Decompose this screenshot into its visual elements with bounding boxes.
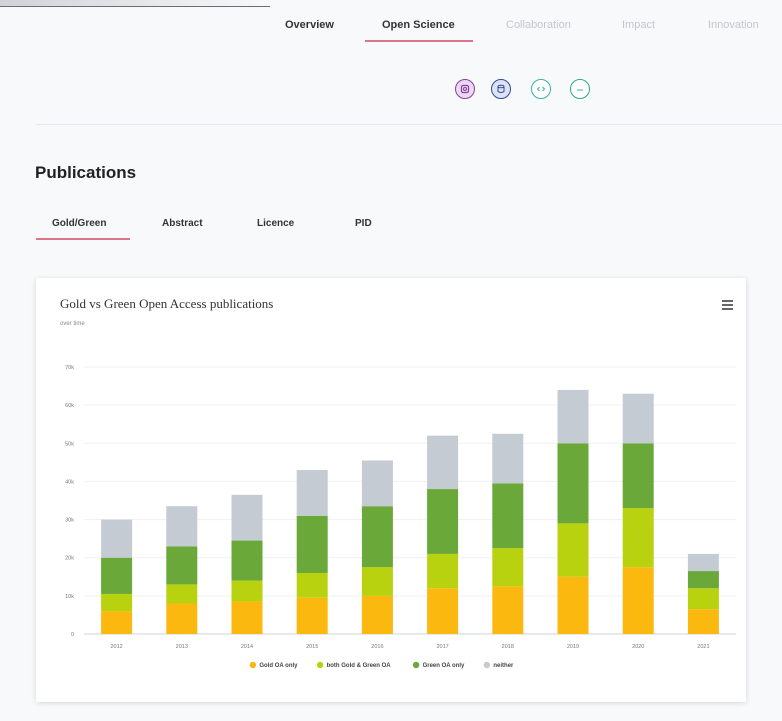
tab-collaboration[interactable]: Collaboration — [506, 19, 571, 31]
bar-segment — [166, 603, 198, 634]
y-tick-label: 60k — [65, 403, 74, 409]
chart-plot: 0 10k 20k 30k 40k 50k 60k 70k 2012 2013 2014 2015 20… — [65, 365, 736, 669]
x-tick-label: 2012 — [110, 644, 122, 650]
bar-segment — [166, 584, 198, 604]
bar-segment — [622, 393, 654, 444]
bar-segment — [622, 567, 654, 634]
bar-segment — [166, 546, 198, 585]
legend-label: Green OA only — [423, 663, 465, 669]
page-title: Publications — [35, 163, 137, 182]
tab-open-science[interactable]: Open Science — [382, 19, 455, 31]
bar-segment — [101, 593, 133, 612]
legend-marker — [249, 661, 257, 669]
software-icon[interactable] — [531, 79, 551, 99]
legend-label: Gold OA only — [259, 663, 298, 669]
y-tick-label: 20k — [65, 556, 74, 562]
bar-segment — [687, 609, 719, 634]
x-tick-label: 2013 — [176, 644, 188, 650]
y-tick-label: 40k — [65, 479, 74, 485]
bar-segment — [101, 611, 133, 634]
x-tick-label: 2020 — [632, 644, 644, 650]
bar-segment — [296, 469, 328, 516]
subtab-pid[interactable]: PID — [355, 218, 372, 229]
chart-card: Gold vs Green Open Access publications o… — [36, 278, 746, 702]
subtab-abstract[interactable]: Abstract — [162, 218, 203, 229]
subtab-gold-green[interactable]: Gold/Green — [52, 218, 106, 229]
active-subtab-indicator — [36, 238, 130, 240]
publication-icon[interactable] — [455, 79, 475, 99]
subtab-licence[interactable]: Licence — [257, 218, 294, 229]
bar-segment — [166, 506, 198, 547]
bar-segment — [492, 548, 524, 587]
dataset-icon[interactable] — [491, 79, 511, 99]
bar-segment — [557, 443, 589, 524]
bar-segment — [361, 595, 393, 634]
legend-marker — [316, 661, 324, 669]
research-type-icons — [0, 79, 782, 103]
bar-segment — [361, 506, 393, 568]
bar-segment — [361, 567, 393, 596]
bar-segment — [687, 571, 719, 589]
y-tick-label: 10k — [65, 594, 74, 600]
section-divider — [36, 124, 782, 125]
y-tick-label: 70k — [65, 365, 74, 371]
bar-segment — [231, 580, 263, 602]
legend-marker — [483, 661, 491, 669]
bar-segment — [101, 557, 133, 594]
bar-segment — [101, 519, 133, 558]
x-tick-label: 2018 — [502, 644, 514, 650]
bar-segment — [557, 389, 589, 444]
x-tick-label: 2015 — [306, 644, 318, 650]
bar-segment — [361, 460, 393, 507]
bar-segment — [687, 588, 719, 610]
tab-impact[interactable]: Impact — [622, 19, 655, 31]
active-tab-indicator — [365, 40, 473, 42]
bar-segment — [492, 483, 524, 549]
y-tick-label: 0 — [71, 632, 74, 638]
bar-segment — [687, 553, 719, 572]
x-tick-label: 2014 — [241, 644, 253, 650]
other-research-icon[interactable] — [570, 79, 590, 99]
bar-segment — [622, 508, 654, 568]
bar-segment — [622, 443, 654, 509]
bar-segment — [296, 572, 328, 598]
x-tick-label: 2019 — [567, 644, 579, 650]
bar-segment — [296, 597, 328, 634]
x-tick-label: 2016 — [371, 644, 383, 650]
bar-segment — [427, 588, 459, 634]
bar-segment — [427, 489, 459, 554]
tab-innovation[interactable]: Innovation — [708, 19, 759, 31]
x-tick-label: 2021 — [697, 644, 709, 650]
legend-label: both Gold & Green OA — [327, 663, 392, 669]
bar-segment — [492, 433, 524, 484]
bar-segment — [427, 435, 459, 490]
bar-segment — [296, 515, 328, 573]
bar-segment — [231, 540, 263, 581]
legend-marker — [412, 661, 420, 669]
bar-segment — [557, 576, 589, 634]
bar-segment — [231, 601, 263, 634]
bar-segment — [492, 586, 524, 634]
x-tick-label: 2017 — [436, 644, 448, 650]
tab-overview[interactable]: Overview — [285, 19, 334, 31]
bar-segment — [231, 494, 263, 541]
bar-segment — [427, 553, 459, 589]
bar-segment — [557, 523, 589, 577]
legend-label: neither — [493, 663, 514, 669]
top-navigation: Overview Open Science Collaboration Impa… — [0, 0, 782, 52]
y-tick-label: 30k — [65, 518, 74, 524]
y-tick-label: 50k — [65, 441, 74, 447]
